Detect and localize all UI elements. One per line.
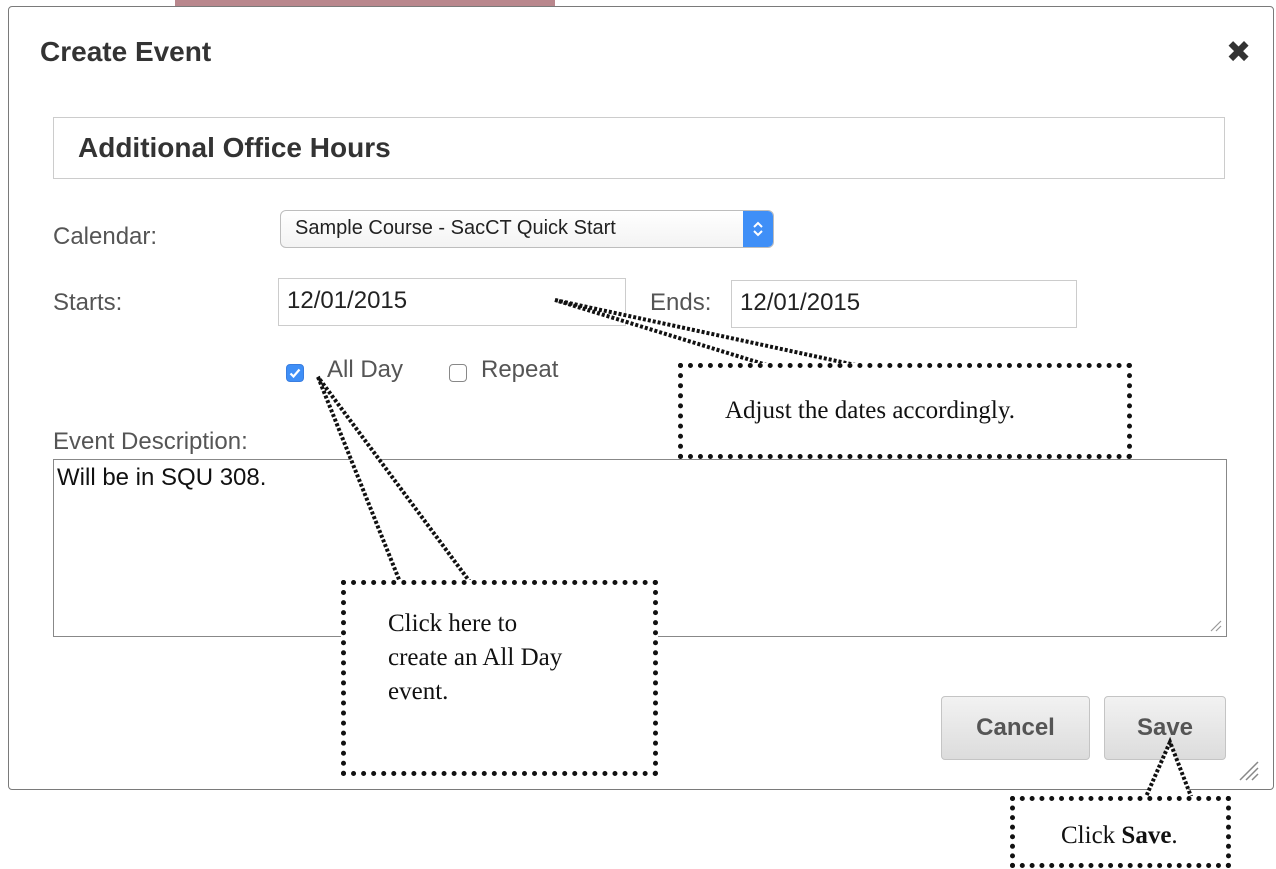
save-callout-suffix: . [1171, 822, 1178, 849]
dates-callout: Adjust the dates accordingly. [678, 363, 1132, 459]
all-day-callout-line2: create an All Day [388, 644, 563, 671]
dates-callout-pointer [554, 298, 861, 368]
dates-callout-text: Adjust the dates accordingly. [725, 397, 1015, 424]
all-day-callout-line1: Click here to [388, 610, 518, 637]
save-callout-pointer [1141, 736, 1195, 801]
all-day-callout: Click here to create an All Day event. [341, 580, 658, 776]
save-callout-bold: Save [1121, 822, 1172, 849]
all-day-callout-line3: event. [388, 678, 449, 705]
save-callout: Click Save. [1010, 796, 1231, 868]
save-callout-prefix: Click [1061, 822, 1122, 849]
all-day-callout-pointer [316, 375, 474, 584]
